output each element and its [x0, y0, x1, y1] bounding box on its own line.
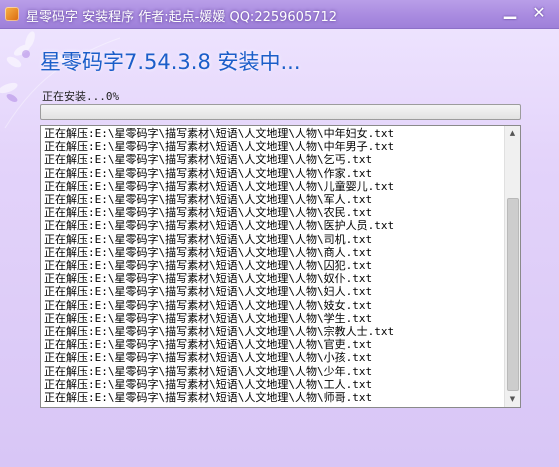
log-line: 正在解压:E:\星零码字\描写素材\短语\人文地理\人物\儿童婴儿.txt	[44, 179, 395, 193]
log-line: 正在解压:E:\星零码字\描写素材\短语\人文地理\人物\商人.txt	[44, 245, 373, 259]
log-line: 正在解压:E:\星零码字\描写素材\短语\人文地理\人物\少年.txt	[44, 364, 373, 378]
log-line: 正在解压:E:\星零码字\描写素材\短语\人文地理\人物\囚犯.txt	[44, 259, 373, 273]
log-line: 正在解压:E:\星零码字\描写素材\短语\人文地理\人物\妇人.txt	[44, 285, 373, 299]
log-line: 正在解压:E:\星零码字\描写素材\短语\人文地理\人物\作家.txt	[44, 166, 373, 180]
log-line: 正在解压:E:\星零码字\描写素材\短语\人文地理\人物\师哥.txt	[44, 391, 373, 405]
log-line: 正在解压:E:\星零码字\描写素材\短语\人文地理\人物\乞丐.txt	[44, 153, 373, 167]
log-line: 正在解压:E:\星零码字\描写素材\短语\人文地理\人物\妓女.txt	[44, 298, 373, 312]
log-line: 正在解压:E:\星零码字\描写素材\短语\人文地理\人物\农民.txt	[44, 206, 373, 220]
scroll-thumb[interactable]	[507, 198, 519, 391]
log-line: 正在解压:E:\星零码字\描写素材\短语\人文地理\人物\中年男子.txt	[44, 140, 395, 154]
flower-decoration	[0, 31, 121, 129]
log-line: 正在解压:E:\星零码字\描写素材\短语\人文地理\人物\中年妇女.txt	[44, 127, 395, 140]
scroll-up-arrow-icon[interactable]: ▲	[505, 126, 520, 141]
log-line: 正在解压:E:\星零码字\描写素材\短语\人文地理\人物\官吏.txt	[44, 338, 373, 352]
log-line: 正在解压:E:\星零码字\描写素材\短语\人文地理\人物\司机.txt	[44, 232, 373, 246]
install-title: 星零码字7.54.3.8 安装中...	[40, 50, 301, 74]
app-icon	[5, 7, 19, 21]
log-line: 正在解压:E:\星零码字\描写素材\短语\人文地理\人物\学生.txt	[44, 311, 373, 325]
log-line: 正在解压:E:\星零码字\描写素材\短语\人文地理\人物\军人.txt	[44, 193, 373, 207]
log-line: 正在解压:E:\星零码字\描写素材\短语\人文地理\人物\小孩.txt	[44, 351, 373, 365]
extraction-log[interactable]: 正在解压:E:\星零码字\描写素材\短语\人文地理\人物\中年妇女.txt 正在解…	[40, 125, 521, 408]
log-line: 正在解压:E:\星零码字\描写素材\短语\人文地理\人物\奴仆.txt	[44, 272, 373, 286]
log-line: 正在解压:E:\星零码字\描写素材\短语\人文地理\人物\宗教人士.txt	[44, 325, 395, 339]
install-progress-bar	[40, 104, 521, 120]
close-button[interactable]: ✕	[527, 4, 551, 22]
log-lines: 正在解压:E:\星零码字\描写素材\短语\人文地理\人物\中年妇女.txt 正在解…	[44, 127, 394, 404]
title-bar[interactable]: 星零码字 安装程序 作者:起点-媛媛 QQ:2259605712 ▁ ✕	[0, 0, 559, 29]
log-line: 正在解压:E:\星零码字\描写素材\短语\人文地理\人物\工人.txt	[44, 377, 373, 391]
minimize-button[interactable]: ▁	[498, 2, 522, 22]
scroll-down-arrow-icon[interactable]: ▼	[505, 392, 520, 407]
window-title: 星零码字 安装程序 作者:起点-媛媛 QQ:2259605712	[26, 10, 338, 25]
install-status-text: 正在安装...0%	[42, 90, 120, 103]
log-line: 正在解压:E:\星零码字\描写素材\短语\人文地理\人物\医护人员.txt	[44, 219, 395, 233]
log-scrollbar[interactable]: ▲ ▼	[504, 126, 520, 407]
